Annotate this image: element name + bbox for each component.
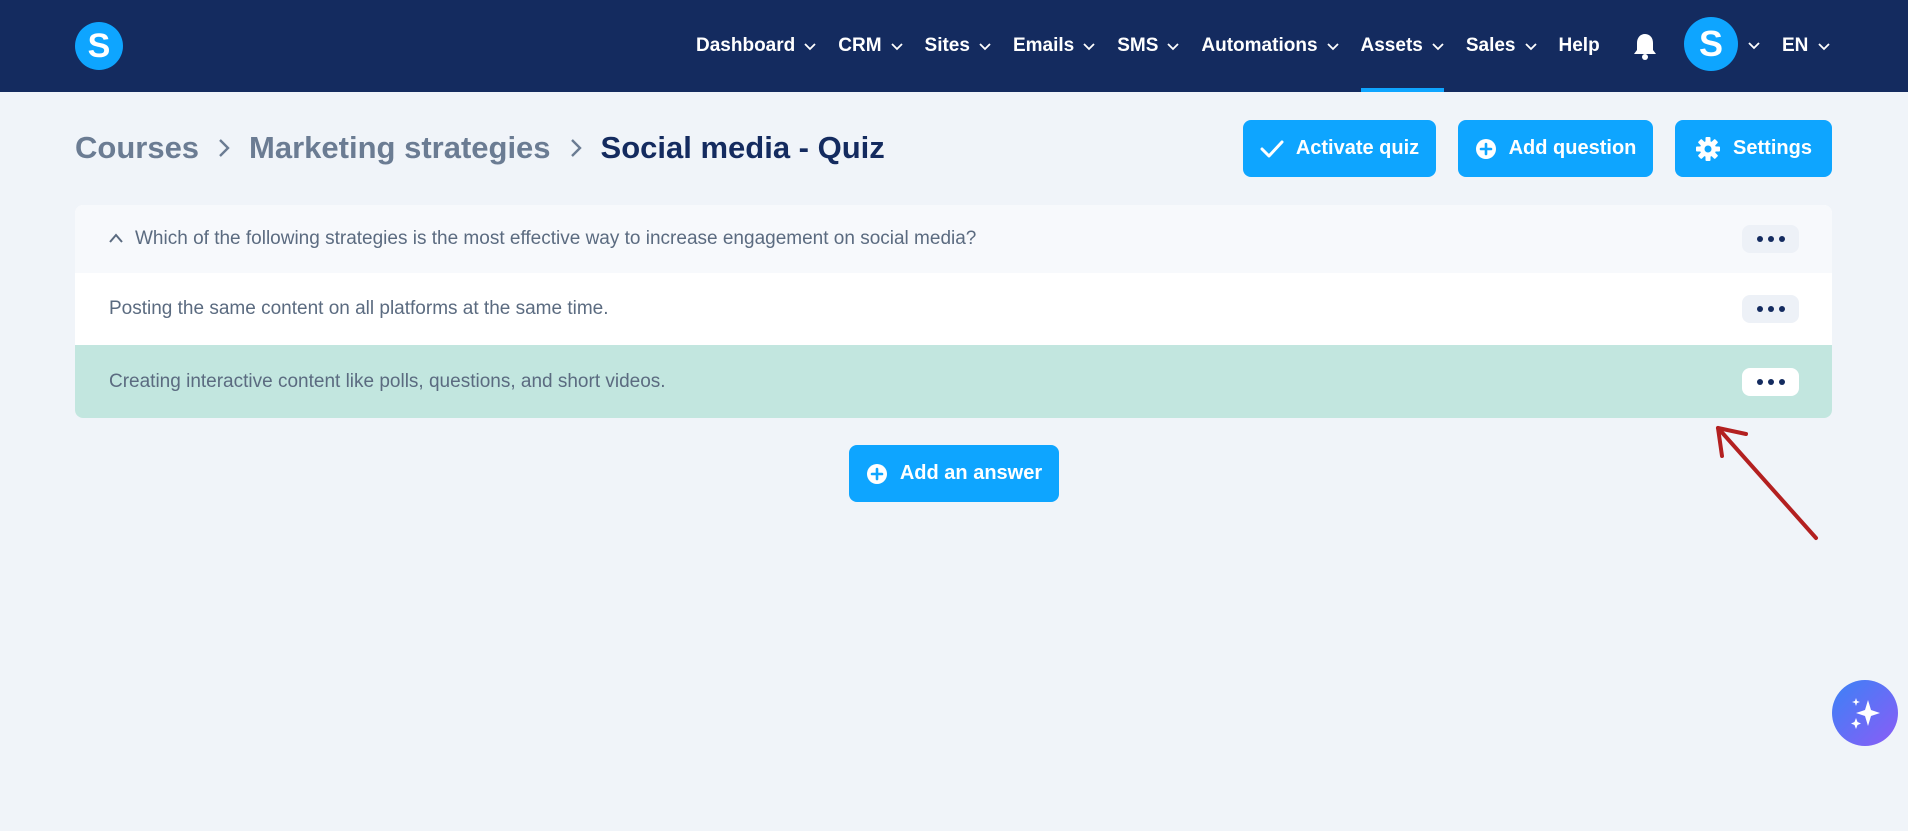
more-dot bbox=[1767, 378, 1774, 385]
nav-item-emails[interactable]: Emails bbox=[1013, 0, 1095, 92]
question-more-button[interactable] bbox=[1742, 225, 1799, 253]
sparkle-icon bbox=[1851, 698, 1880, 729]
user-avatar[interactable]: S bbox=[1684, 17, 1738, 71]
bell-icon[interactable] bbox=[1632, 32, 1658, 60]
more-dot bbox=[1767, 306, 1774, 312]
breadcrumb-item-courses[interactable]: Courses bbox=[75, 130, 199, 166]
answer-row[interactable]: Posting the same content on all platform… bbox=[75, 273, 1832, 345]
nav-item-label: Sites bbox=[924, 35, 970, 56]
activate-quiz-button[interactable]: Activate quiz bbox=[1243, 120, 1436, 177]
plus-circle-icon bbox=[866, 463, 887, 484]
language-selector[interactable]: EN bbox=[1782, 0, 1831, 92]
top-navigation: S Dashboard CRM Sites Emails SMS Automat… bbox=[0, 0, 1908, 92]
nav-item-assets[interactable]: Assets bbox=[1360, 0, 1445, 92]
more-dot bbox=[1756, 378, 1763, 385]
chevron-down-icon bbox=[1818, 43, 1831, 51]
activate-quiz-label: Activate quiz bbox=[1295, 137, 1420, 159]
nav-item-label: Assets bbox=[1360, 35, 1423, 56]
chevron-down-icon bbox=[1524, 43, 1537, 51]
answer-text: Posting the same content on all platform… bbox=[109, 298, 609, 319]
breadcrumb: Courses Marketing strategies Social medi… bbox=[75, 126, 885, 170]
settings-button[interactable]: Settings bbox=[1675, 120, 1832, 177]
answer-row-correct[interactable]: Creating interactive content like polls,… bbox=[75, 345, 1832, 418]
nav-item-sales[interactable]: Sales bbox=[1466, 0, 1537, 92]
chevron-down-icon bbox=[979, 43, 991, 51]
add-question-label: Add question bbox=[1508, 137, 1637, 159]
chevron-down-icon bbox=[1167, 43, 1180, 51]
ai-assistant-button[interactable] bbox=[1832, 680, 1898, 746]
annotation-arrow-icon bbox=[1716, 426, 1818, 540]
avatar-letter: S bbox=[1698, 23, 1723, 64]
nav-item-label: Emails bbox=[1012, 35, 1075, 56]
nav-item-dashboard[interactable]: Dashboard bbox=[696, 0, 816, 92]
quiz-question-card: Which of the following strategies is the… bbox=[75, 205, 1832, 418]
add-question-button[interactable]: Add question bbox=[1458, 120, 1653, 177]
more-dot bbox=[1778, 236, 1785, 242]
settings-label: Settings bbox=[1733, 137, 1812, 159]
chevron-up-icon[interactable] bbox=[108, 232, 124, 244]
nav-item-help[interactable]: Help bbox=[1559, 0, 1600, 92]
chevron-right-icon bbox=[219, 139, 230, 157]
nav-item-label: CRM bbox=[838, 35, 882, 56]
answer-more-button[interactable] bbox=[1742, 367, 1799, 396]
more-dot bbox=[1767, 236, 1774, 242]
chevron-down-icon bbox=[1083, 43, 1095, 51]
nav-item-sms[interactable]: SMS bbox=[1117, 0, 1180, 92]
answer-text: Creating interactive content like polls,… bbox=[109, 370, 666, 392]
chevron-down-icon[interactable] bbox=[1748, 39, 1760, 51]
nav-item-label: SMS bbox=[1117, 35, 1159, 56]
nav-item-label: Automations bbox=[1201, 35, 1318, 56]
nav-item-label: Help bbox=[1558, 35, 1600, 56]
more-dot bbox=[1778, 378, 1785, 385]
chevron-down-icon bbox=[1326, 43, 1339, 51]
gear-icon bbox=[1696, 136, 1721, 161]
chevron-down-icon bbox=[1432, 43, 1444, 51]
nav-item-automations[interactable]: Automations bbox=[1201, 0, 1339, 92]
language-label: EN bbox=[1782, 35, 1809, 56]
more-dot bbox=[1756, 236, 1763, 242]
more-dot bbox=[1756, 306, 1763, 312]
more-dot bbox=[1778, 306, 1785, 312]
nav-item-crm[interactable]: CRM bbox=[838, 0, 903, 92]
breadcrumb-item-marketing-strategies[interactable]: Marketing strategies bbox=[249, 130, 551, 166]
check-icon bbox=[1260, 140, 1284, 157]
chevron-down-icon bbox=[890, 43, 903, 51]
chevron-down-icon bbox=[804, 43, 816, 51]
question-row[interactable]: Which of the following strategies is the… bbox=[75, 205, 1832, 273]
add-answer-label: Add an answer bbox=[899, 462, 1043, 484]
app-logo[interactable]: S bbox=[75, 22, 123, 70]
main-menu: Dashboard CRM Sites Emails SMS Automatio… bbox=[696, 0, 1622, 92]
plus-circle-icon bbox=[1475, 138, 1496, 159]
nav-item-sites[interactable]: Sites bbox=[925, 0, 991, 92]
nav-item-label: Dashboard bbox=[696, 35, 796, 56]
page-title: Social media - Quiz bbox=[600, 130, 885, 165]
nav-item-label: Sales bbox=[1465, 35, 1516, 56]
logo-letter: S bbox=[87, 26, 111, 65]
chevron-right-icon bbox=[570, 139, 582, 157]
question-text: Which of the following strategies is the… bbox=[135, 228, 977, 249]
add-answer-button[interactable]: Add an answer bbox=[849, 445, 1059, 502]
answer-more-button[interactable] bbox=[1742, 295, 1799, 323]
